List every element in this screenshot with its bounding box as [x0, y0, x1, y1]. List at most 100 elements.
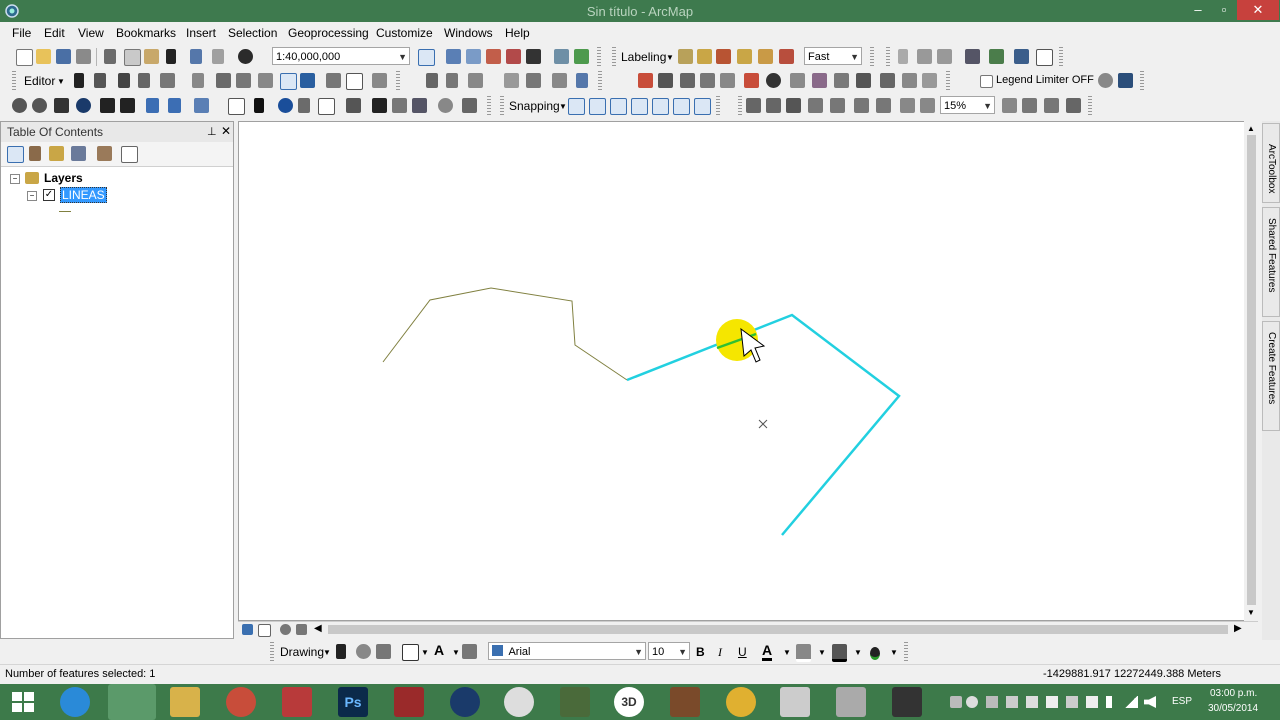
new-document-icon[interactable] — [16, 49, 33, 66]
marker-color-icon[interactable] — [870, 647, 880, 660]
toolbar-grip[interactable] — [598, 71, 602, 91]
arctoolbox-icon[interactable] — [506, 49, 521, 64]
end-point-arc-icon[interactable] — [138, 73, 150, 88]
layers-group-label[interactable]: Layers — [44, 171, 83, 185]
toolbar-grip[interactable] — [12, 71, 16, 91]
clear-selection-icon[interactable] — [228, 98, 245, 115]
photoshop-icon[interactable]: Ps — [338, 687, 368, 717]
menu-bookmarks[interactable]: Bookmarks — [116, 26, 176, 40]
drawing-menu[interactable]: Drawing — [280, 645, 324, 659]
layer-visibility-checkbox[interactable]: ✓ — [43, 189, 55, 201]
windows-start-icon[interactable] — [12, 692, 34, 712]
layout-view-icon[interactable] — [258, 624, 271, 637]
vertical-scroll-thumb[interactable] — [1247, 135, 1256, 605]
profile-graph-icon[interactable] — [1036, 49, 1053, 66]
map-scale-combo[interactable]: 1:40,000,000 ▼ — [272, 47, 410, 65]
extend-line-icon[interactable] — [504, 73, 519, 88]
model-builder-icon[interactable] — [554, 49, 569, 64]
autocad-icon[interactable] — [282, 687, 312, 717]
lock-labels-icon[interactable] — [737, 49, 752, 64]
toolbar-grip[interactable] — [1140, 71, 1144, 91]
menu-help[interactable]: Help — [505, 26, 530, 40]
fixed-layout-zoom-out-icon[interactable] — [876, 98, 891, 113]
advanced-edit-icon[interactable] — [638, 73, 653, 88]
editor-toolbar-toggle-icon[interactable] — [418, 49, 435, 66]
scroll-up-icon[interactable]: ▲ — [1247, 124, 1255, 133]
dock-tab-create-features[interactable]: Create Features — [1262, 321, 1280, 431]
undo-edit-icon[interactable] — [576, 73, 588, 88]
menu-edit[interactable]: Edit — [44, 26, 65, 40]
attribute-transfer-icon[interactable] — [880, 73, 895, 88]
arc-segment-icon[interactable] — [446, 73, 458, 88]
toolbar-grip[interactable] — [270, 642, 274, 662]
arcgis-help-icon[interactable] — [574, 49, 589, 64]
map-display[interactable] — [238, 121, 1258, 621]
polygon-tool-icon[interactable] — [468, 73, 483, 88]
tray-icon[interactable] — [1026, 696, 1038, 708]
task-manager-icon[interactable] — [780, 687, 810, 717]
network-trace-icon[interactable] — [917, 49, 932, 64]
catalog-icon[interactable] — [466, 49, 481, 64]
smooth-icon[interactable] — [790, 73, 805, 88]
layout-zoom-combo[interactable]: 15% ▼ — [940, 96, 995, 114]
point-icon[interactable] — [192, 73, 204, 88]
fillet-icon[interactable] — [658, 73, 673, 88]
find-route-icon[interactable] — [392, 98, 407, 113]
legend-window-icon[interactable] — [1118, 73, 1133, 88]
split-multipart-icon[interactable] — [700, 73, 715, 88]
layer-symbol-swatch[interactable] — [59, 211, 71, 212]
scroll-right-icon[interactable]: ▶ — [1234, 623, 1242, 634]
chrome-icon[interactable] — [726, 687, 756, 717]
data-driven-pages-icon[interactable] — [1066, 98, 1081, 113]
maximize-button[interactable]: ▫ — [1211, 0, 1237, 20]
scroll-down-icon[interactable]: ▼ — [1247, 608, 1255, 617]
toc-options-icon[interactable] — [97, 146, 112, 161]
attributes-icon[interactable] — [326, 73, 341, 88]
rectangle-tool-icon[interactable] — [402, 644, 419, 661]
printer-app-icon[interactable] — [892, 687, 922, 717]
arcmap-taskbar-icon[interactable] — [108, 684, 156, 720]
list-by-selection-icon[interactable] — [71, 146, 86, 161]
dock-tab-arctoolbox[interactable]: ArcToolbox — [1262, 123, 1280, 203]
close-icon[interactable]: ✕ — [221, 124, 231, 138]
network-barrier-icon[interactable] — [937, 49, 952, 64]
create-features-icon[interactable] — [372, 73, 387, 88]
toolbar-grip[interactable] — [597, 47, 601, 67]
table-of-contents-icon[interactable] — [446, 49, 461, 64]
menu-selection[interactable]: Selection — [228, 26, 277, 40]
bold-button[interactable]: B — [696, 645, 705, 659]
edge-match-icon[interactable] — [856, 73, 871, 88]
html-popup-icon[interactable] — [318, 98, 335, 115]
vertical-scrollbar[interactable]: ▲ ▼ — [1244, 121, 1258, 621]
cut-icon[interactable] — [104, 49, 116, 64]
time-slider-icon[interactable] — [438, 98, 453, 113]
point-snapping-icon[interactable] — [568, 98, 585, 115]
winrar-icon[interactable] — [394, 687, 424, 717]
list-by-visibility-icon[interactable] — [49, 146, 64, 161]
full-extent-icon[interactable] — [76, 98, 91, 113]
horizontal-scroll-thumb[interactable] — [328, 625, 1228, 634]
back-extent-icon[interactable] — [146, 98, 159, 113]
toolbar-grip[interactable] — [904, 642, 908, 662]
edit-vertices-icon[interactable] — [462, 644, 477, 659]
zoom-out-icon[interactable] — [32, 98, 47, 113]
tray-icon[interactable] — [986, 696, 998, 708]
legend-limiter-checkbox[interactable] — [980, 75, 993, 88]
search-window-icon[interactable] — [486, 49, 501, 64]
layout-zoom-out-icon[interactable] — [766, 98, 781, 113]
toolbar-grip[interactable] — [870, 47, 874, 67]
minimize-button[interactable]: – — [1185, 0, 1211, 20]
tray-icon[interactable] — [950, 696, 962, 708]
close-button[interactable]: ✕ — [1237, 0, 1279, 20]
refresh-icon[interactable] — [280, 624, 291, 635]
generalize-icon[interactable] — [766, 73, 781, 88]
go-to-xy-icon[interactable] — [412, 98, 427, 113]
create-viewer-window-icon[interactable] — [462, 98, 477, 113]
layout-pan-icon[interactable] — [786, 98, 801, 113]
collapse-layers-icon[interactable]: − — [10, 174, 20, 184]
split-tool-icon[interactable] — [280, 73, 297, 90]
pause-labeling-icon[interactable] — [758, 49, 773, 64]
reshape-feature-icon[interactable] — [236, 73, 251, 88]
font-size-combo[interactable]: 10 ▼ — [648, 642, 690, 660]
menu-view[interactable]: View — [78, 26, 104, 40]
